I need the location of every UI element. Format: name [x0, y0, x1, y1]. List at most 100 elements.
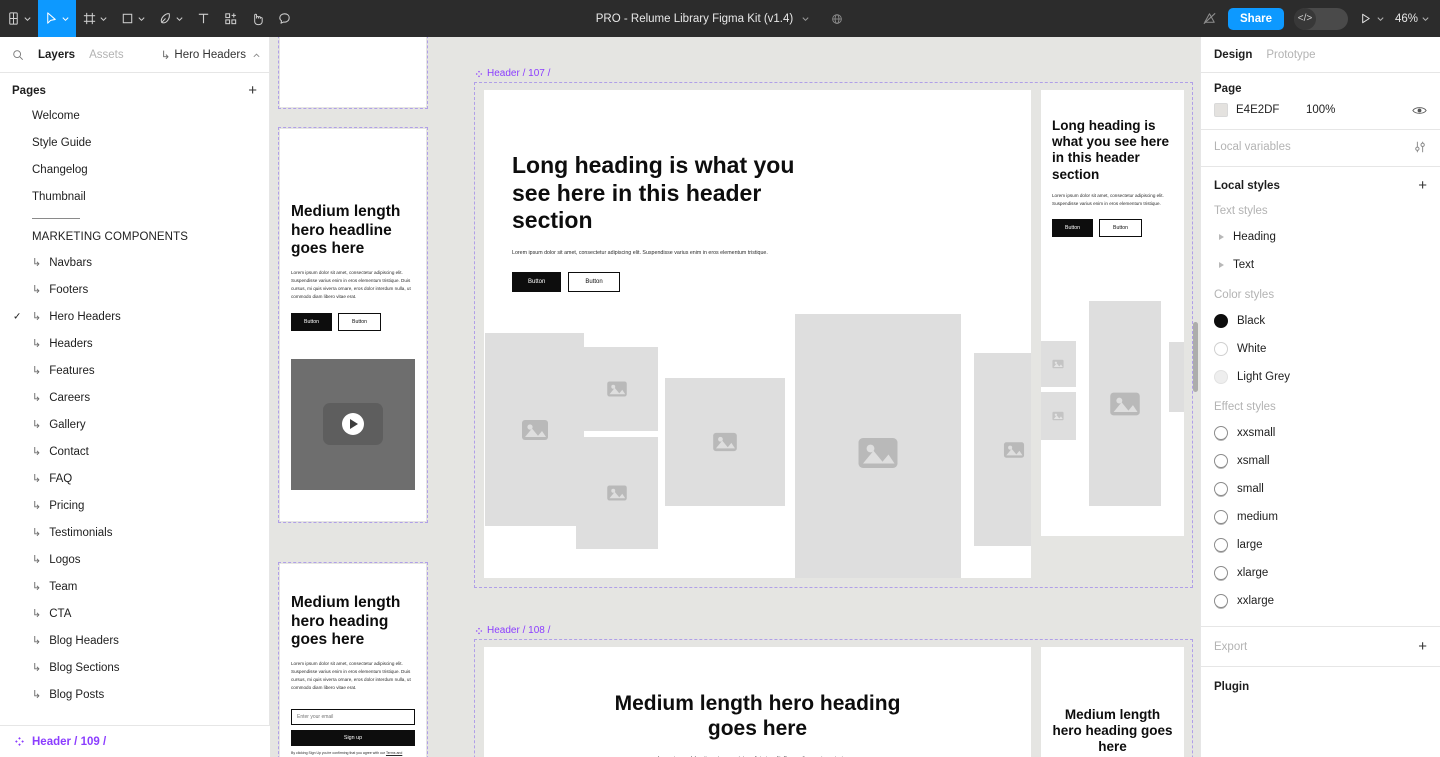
- hero-secondary-button[interactable]: Button: [568, 272, 620, 293]
- hero-107-mobile[interactable]: Long heading is what you see here in thi…: [1041, 90, 1184, 536]
- signup-button[interactable]: Sign up: [291, 729, 415, 746]
- text-tool-button[interactable]: [190, 0, 217, 37]
- effect-style-xxsmall[interactable]: xxsmall: [1201, 419, 1440, 447]
- color-hex-value[interactable]: E4E2DF: [1236, 104, 1298, 116]
- text-style-heading[interactable]: Heading: [1201, 223, 1440, 251]
- image-placeholder[interactable]: [974, 353, 1031, 546]
- color-swatch[interactable]: [1214, 103, 1228, 117]
- hero-primary-button[interactable]: Button: [1052, 219, 1093, 238]
- comment-tool-button[interactable]: [271, 0, 298, 37]
- current-page-chip[interactable]: ↳ Hero Headers: [161, 37, 261, 73]
- page-item-testimonials[interactable]: ↳ Testimonials: [0, 519, 269, 546]
- search-icon[interactable]: [12, 49, 24, 61]
- hero-frame-video[interactable]: Medium length hero headline goes here Lo…: [280, 129, 426, 521]
- hero-107-desktop[interactable]: Long heading is what you see here in thi…: [484, 90, 1031, 578]
- effect-style-medium[interactable]: medium: [1201, 503, 1440, 531]
- export-section[interactable]: Export +: [1201, 626, 1440, 666]
- hero-secondary-button[interactable]: Button: [1099, 219, 1142, 238]
- effect-style-xsmall[interactable]: xsmall: [1201, 447, 1440, 475]
- opacity-value[interactable]: 100%: [1306, 104, 1404, 116]
- page-item-cta[interactable]: ↳ CTA: [0, 600, 269, 627]
- file-title[interactable]: PRO - Relume Library Figma Kit (v1.4): [596, 13, 793, 25]
- page-item-blog-sections[interactable]: ↳ Blog Sections: [0, 654, 269, 681]
- page-item-faq[interactable]: ↳ FAQ: [0, 465, 269, 492]
- page-item-careers[interactable]: ↳ Careers: [0, 384, 269, 411]
- pen-tool-button[interactable]: [152, 0, 190, 37]
- globe-icon[interactable]: [830, 12, 844, 26]
- page-item-footers[interactable]: ↳ Footers: [0, 276, 269, 303]
- image-placeholder[interactable]: [485, 333, 584, 526]
- figma-canvas[interactable]: Medium length hero headline goes here Lo…: [270, 37, 1200, 757]
- dev-mode-toggle[interactable]: </>: [1293, 7, 1348, 30]
- selected-layer-footer[interactable]: Header / 109 /: [0, 725, 270, 757]
- image-placeholder[interactable]: [1041, 341, 1076, 387]
- video-placeholder[interactable]: [291, 358, 415, 490]
- page-fill-row[interactable]: E4E2DF 100%: [1214, 103, 1427, 117]
- page-item-headers[interactable]: ↳ Headers: [0, 330, 269, 357]
- image-placeholder[interactable]: [1169, 342, 1184, 412]
- page-item-changelog[interactable]: Changelog: [0, 156, 269, 183]
- frame-label-header-108[interactable]: Header / 108 /: [475, 625, 550, 636]
- page-item-contact[interactable]: ↳ Contact: [0, 438, 269, 465]
- figma-menu-button[interactable]: [0, 0, 38, 37]
- frame-tool-button[interactable]: [76, 0, 114, 37]
- hand-tool-button[interactable]: [244, 0, 271, 37]
- share-button[interactable]: Share: [1228, 7, 1284, 30]
- color-style-black[interactable]: Black: [1201, 307, 1440, 335]
- text-style-text[interactable]: Text: [1201, 251, 1440, 279]
- chevron-down-icon[interactable]: [1421, 14, 1430, 23]
- image-placeholder[interactable]: [795, 314, 961, 578]
- local-variables-section[interactable]: Local variables: [1201, 130, 1440, 167]
- page-item-features[interactable]: ↳ Features: [0, 357, 269, 384]
- chevron-down-icon[interactable]: [801, 14, 810, 23]
- tab-layers[interactable]: Layers: [38, 49, 75, 61]
- page-item-gallery[interactable]: ↳ Gallery: [0, 411, 269, 438]
- effect-style-small[interactable]: small: [1201, 475, 1440, 503]
- plugin-section[interactable]: Plugin: [1201, 666, 1440, 706]
- tab-design[interactable]: Design: [1214, 49, 1252, 61]
- page-item-blog-headers[interactable]: ↳ Blog Headers: [0, 627, 269, 654]
- add-style-button[interactable]: +: [1418, 178, 1427, 193]
- page-item-logos[interactable]: ↳ Logos: [0, 546, 269, 573]
- tab-prototype[interactable]: Prototype: [1266, 49, 1315, 61]
- sliders-icon[interactable]: [1413, 140, 1427, 154]
- image-placeholder[interactable]: [665, 378, 785, 506]
- chevron-down-icon[interactable]: [1376, 14, 1385, 23]
- image-placeholder[interactable]: [576, 437, 658, 549]
- tab-assets[interactable]: Assets: [89, 49, 124, 61]
- page-item-thumbnail[interactable]: Thumbnail: [0, 183, 269, 210]
- hero-108-mobile[interactable]: Medium length hero heading goes here Lor…: [1041, 647, 1184, 757]
- shape-tool-button[interactable]: [114, 0, 152, 37]
- page-item-welcome[interactable]: Welcome: [0, 102, 269, 129]
- move-tool-button[interactable]: [38, 0, 76, 37]
- zoom-level-label[interactable]: 46%: [1395, 13, 1418, 25]
- library-icon[interactable]: [1201, 10, 1218, 27]
- image-placeholder[interactable]: [1041, 392, 1076, 440]
- hero-frame-signup[interactable]: Medium length hero heading goes here Lor…: [280, 564, 426, 757]
- frame-label-header-107[interactable]: Header / 107 /: [475, 68, 550, 79]
- page-item-pricing[interactable]: ↳ Pricing: [0, 492, 269, 519]
- add-export-button[interactable]: +: [1418, 639, 1427, 654]
- page-item-style-guide[interactable]: Style Guide: [0, 129, 269, 156]
- page-item-hero-headers[interactable]: ✓ ↳ Hero Headers: [0, 303, 269, 330]
- hero-primary-button[interactable]: Button: [512, 272, 562, 293]
- hero-108-desktop[interactable]: Medium length hero heading goes here Lor…: [484, 647, 1031, 757]
- color-style-white[interactable]: White: [1201, 335, 1440, 363]
- email-input[interactable]: [291, 708, 415, 725]
- page-item-blog-posts[interactable]: ↳ Blog Posts: [0, 681, 269, 708]
- page-item-navbars[interactable]: ↳ Navbars: [0, 249, 269, 276]
- resources-tool-button[interactable]: [217, 0, 244, 37]
- effect-style-xlarge[interactable]: xlarge: [1201, 559, 1440, 587]
- page-item-team[interactable]: ↳ Team: [0, 573, 269, 600]
- canvas-vertical-scrollbar[interactable]: [1193, 322, 1198, 392]
- hero-primary-button[interactable]: Button: [291, 312, 332, 331]
- effect-style-large[interactable]: large: [1201, 531, 1440, 559]
- present-play-icon[interactable]: [1358, 11, 1373, 26]
- image-placeholder[interactable]: [576, 347, 658, 431]
- effect-style-xxlarge[interactable]: xxlarge: [1201, 587, 1440, 615]
- eye-icon[interactable]: [1412, 105, 1427, 116]
- image-placeholder[interactable]: [1089, 301, 1161, 506]
- color-style-light-grey[interactable]: Light Grey: [1201, 363, 1440, 391]
- hero-secondary-button[interactable]: Button: [338, 312, 381, 331]
- add-page-button[interactable]: +: [248, 83, 257, 98]
